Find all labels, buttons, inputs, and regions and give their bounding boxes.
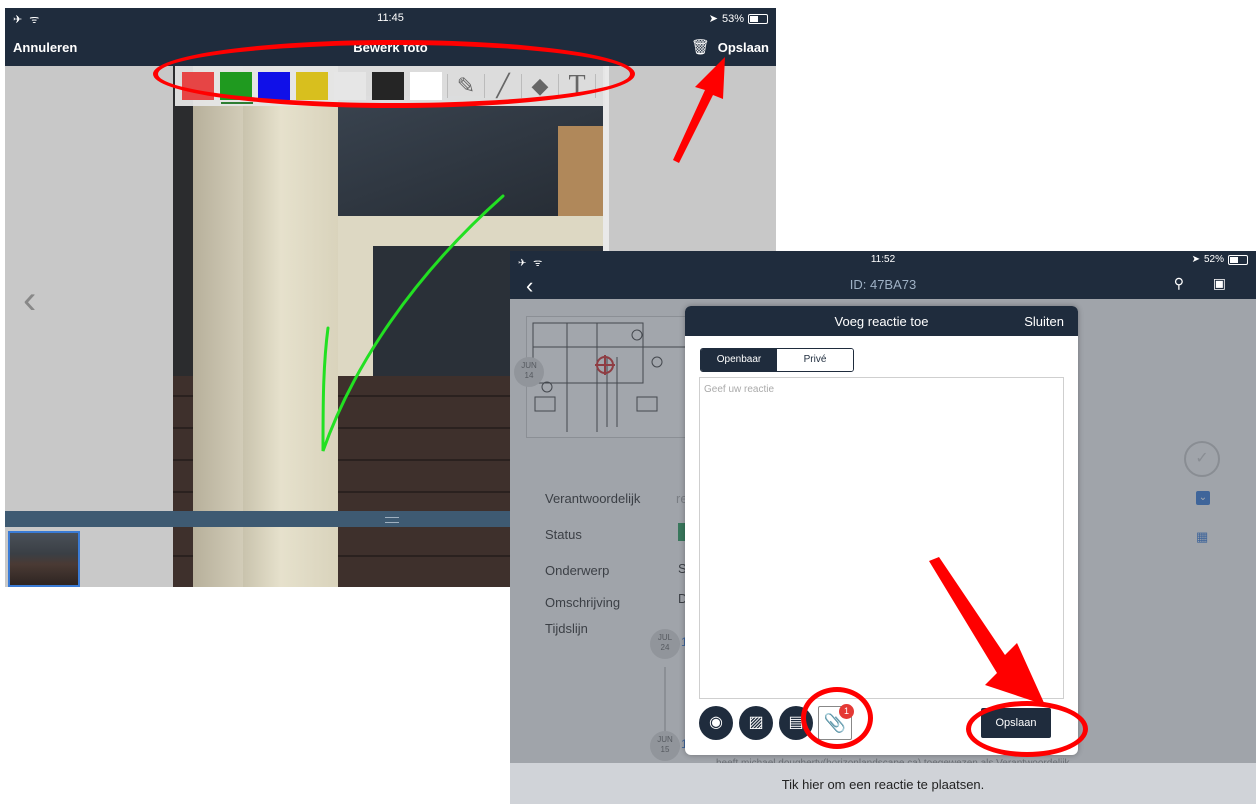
visibility-segmented-control: Openbaar Privé bbox=[700, 348, 854, 372]
status-time: 11:52 bbox=[870, 254, 896, 265]
trash-icon[interactable]: 🗑 bbox=[691, 38, 710, 56]
annotation-oval-attachment bbox=[801, 687, 873, 749]
status-bar: ✈ ᯤ 11:52 ➤ 52% bbox=[510, 251, 1256, 271]
status-right: ➤ 52% bbox=[1192, 254, 1248, 265]
battery-icon bbox=[1228, 254, 1248, 265]
battery-percent: 53% bbox=[721, 12, 744, 25]
battery-icon bbox=[748, 13, 768, 24]
close-button[interactable]: Sluiten bbox=[1024, 314, 1064, 329]
camera-icon[interactable]: ◉ bbox=[699, 706, 733, 740]
selected-color-indicator bbox=[221, 102, 253, 104]
page-title: ID: 47BA73 bbox=[849, 277, 917, 292]
status-time: 11:45 bbox=[377, 12, 404, 24]
annotation-arrow-save bbox=[673, 57, 725, 163]
annotation-oval-toolbar bbox=[153, 40, 635, 108]
comment-placeholder: Geef uw reactie bbox=[704, 384, 775, 395]
previous-photo-chevron-icon[interactable]: ‹ bbox=[23, 278, 36, 323]
location-arrow-icon: ➤ bbox=[708, 13, 718, 25]
battery-level bbox=[750, 15, 759, 22]
location-pin-icon[interactable]: ⚲ bbox=[1174, 275, 1184, 292]
nav-bar: ‹ ID: 47BA73 ⚲ ▣ bbox=[510, 271, 1256, 299]
status-right: ➤ 53% bbox=[709, 12, 768, 25]
drag-handle-icon[interactable] bbox=[385, 517, 399, 523]
modal-title: Voeg reactie toe bbox=[834, 314, 929, 329]
save-button[interactable]: Opslaan bbox=[718, 40, 769, 55]
image-icon[interactable]: ▨ bbox=[739, 706, 773, 740]
modal-header: Voeg reactie toe Sluiten bbox=[685, 306, 1078, 336]
location-arrow-icon: ➤ bbox=[1191, 254, 1200, 265]
save-disk-icon[interactable]: ▣ bbox=[1213, 275, 1226, 292]
status-bar: ✈ ᯤ 11:45 ➤ 53% bbox=[5, 8, 776, 30]
annotation-arrow-comment-save bbox=[929, 557, 1045, 705]
add-comment-bar[interactable]: Tik hier om een reactie te plaatsen. bbox=[510, 763, 1256, 804]
photo-thumbnail[interactable] bbox=[8, 531, 80, 587]
tab-openbaar[interactable]: Openbaar bbox=[701, 349, 777, 371]
battery-percent: 52% bbox=[1203, 254, 1224, 265]
tab-prive[interactable]: Privé bbox=[777, 349, 853, 371]
battery-level bbox=[1230, 256, 1239, 263]
